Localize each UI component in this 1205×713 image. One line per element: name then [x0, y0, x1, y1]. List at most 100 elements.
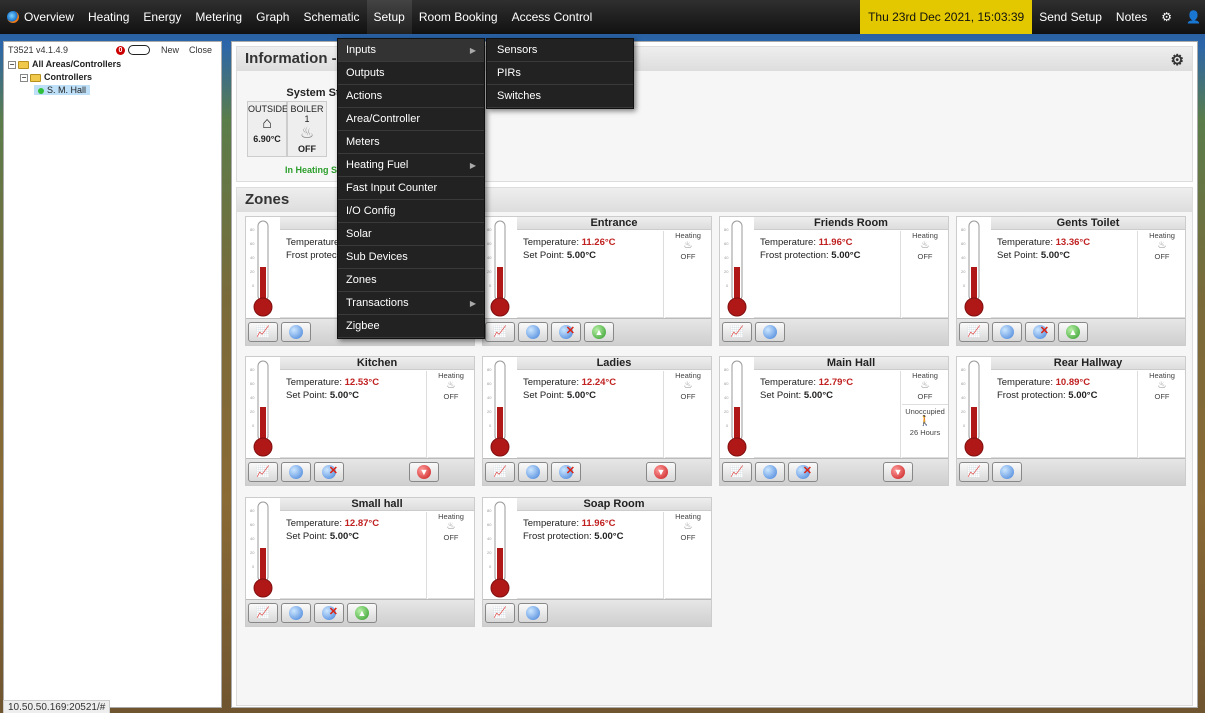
nav-access-control[interactable]: Access Control — [505, 0, 600, 34]
tree-item-all-areas[interactable]: − All Areas/Controllers — [4, 58, 221, 71]
setup-menu-item[interactable]: Actions — [338, 85, 484, 108]
zone-name[interactable]: Kitchen — [280, 357, 474, 370]
setup-menu-item[interactable]: Heating Fuel ▶ — [338, 154, 484, 177]
gear-icon[interactable]: ⚙ — [1154, 0, 1179, 34]
inputs-submenu-item[interactable]: Sensors — [487, 39, 633, 62]
inputs-submenu-item[interactable]: PIRs — [487, 62, 633, 85]
nav-energy[interactable]: Energy — [136, 0, 188, 34]
heating-state: OFF — [1154, 252, 1170, 261]
svg-text:40: 40 — [961, 395, 966, 400]
tree-item-sm-hall[interactable]: S. M. Hall — [4, 84, 221, 97]
setup-menu-item[interactable]: Solar — [338, 223, 484, 246]
setup-menu-item[interactable]: Transactions ▶ — [338, 292, 484, 315]
inputs-submenu-item[interactable]: Switches — [487, 85, 633, 108]
zone-name[interactable]: Rear Hallway — [991, 357, 1185, 370]
zone-name[interactable]: Soap Room — [517, 498, 711, 511]
boost-up-button[interactable]: ▲ — [1058, 322, 1088, 342]
zone-settings-button[interactable] — [281, 603, 311, 623]
zone-temperature: 11.96°C — [818, 237, 853, 248]
override-cancel-button[interactable]: ✕ — [551, 462, 581, 482]
nav-room-booking[interactable]: Room Booking — [412, 0, 505, 34]
setup-menu-item[interactable]: Fast Input Counter — [338, 177, 484, 200]
chart-icon: 📈 — [493, 607, 507, 619]
boost-down-button[interactable]: ▼ — [646, 462, 676, 482]
setup-menu-item[interactable]: Outputs — [338, 62, 484, 85]
graph-button[interactable]: 📈 — [959, 322, 989, 342]
override-cancel-button[interactable]: ✕ — [314, 603, 344, 623]
zone-name[interactable]: Small hall — [280, 498, 474, 511]
graph-button[interactable]: 📈 — [485, 603, 515, 623]
outside-temperature: 6.90°C — [253, 134, 281, 144]
graph-button[interactable]: 📈 — [248, 603, 278, 623]
setup-menu-item[interactable]: Zigbee — [338, 315, 484, 338]
override-cancel-button[interactable]: ✕ — [1025, 322, 1055, 342]
zone-settings-button[interactable] — [281, 462, 311, 482]
setup-menu-item[interactable]: Area/Controller — [338, 108, 484, 131]
nav-metering[interactable]: Metering — [188, 0, 249, 34]
svg-text:0: 0 — [252, 564, 255, 569]
tree-item-selected[interactable]: S. M. Hall — [34, 85, 91, 95]
toggle-switch[interactable] — [127, 45, 150, 55]
setup-menu-item[interactable]: I/O Config — [338, 200, 484, 223]
setup-menu-item[interactable]: Inputs ▶ — [338, 39, 484, 62]
zone-name[interactable]: Main Hall — [754, 357, 948, 370]
setup-menu-item[interactable]: Sub Devices — [338, 246, 484, 269]
collapse-icon[interactable]: − — [8, 60, 16, 69]
svg-text:0: 0 — [489, 283, 492, 288]
zone-name[interactable]: Entrance — [517, 217, 711, 230]
zone-settings-button[interactable] — [755, 322, 785, 342]
nav-graph[interactable]: Graph — [249, 0, 296, 34]
zone-settings-button[interactable] — [281, 322, 311, 342]
send-setup-button[interactable]: Send Setup — [1032, 0, 1109, 34]
graph-button[interactable]: 📈 — [248, 462, 278, 482]
zone-settings-button[interactable] — [518, 322, 548, 342]
gear-icon[interactable]: ⚙ — [1171, 49, 1184, 73]
graph-button[interactable]: 📈 — [485, 322, 515, 342]
graph-button[interactable]: 📈 — [722, 322, 752, 342]
collapse-icon[interactable]: − — [20, 73, 28, 82]
thermometer-icon: 80 60 40 20 0 — [487, 220, 510, 317]
temperature-label: Temperature: — [286, 518, 345, 529]
boost-up-button[interactable]: ▲ — [347, 603, 377, 623]
override-cancel-button[interactable]: ✕ — [551, 322, 581, 342]
zone-settings-button[interactable] — [992, 322, 1022, 342]
svg-text:60: 60 — [487, 241, 492, 246]
close-button[interactable]: Close — [184, 45, 217, 55]
zone-name[interactable]: Gents Toilet — [991, 217, 1185, 230]
svg-text:60: 60 — [487, 381, 492, 386]
graph-button[interactable]: 📈 — [722, 462, 752, 482]
chart-icon: 📈 — [256, 326, 270, 338]
nav-setup[interactable]: Setup — [366, 0, 412, 34]
boost-down-button[interactable]: ▼ — [409, 462, 439, 482]
zone-settings-button[interactable] — [992, 462, 1022, 482]
zone-settings-button[interactable] — [518, 603, 548, 623]
heating-label: Heating — [912, 371, 938, 380]
graph-button[interactable]: 📈 — [485, 462, 515, 482]
graph-button[interactable]: 📈 — [959, 462, 989, 482]
svg-text:0: 0 — [252, 283, 255, 288]
chevron-right-icon: ▶ — [469, 46, 476, 55]
zone-settings-button[interactable] — [518, 462, 548, 482]
app-logo-icon — [7, 11, 19, 23]
tree-item-controllers[interactable]: − Controllers — [4, 71, 221, 84]
notes-button[interactable]: Notes — [1109, 0, 1154, 34]
alert-badge[interactable]: 0 — [115, 45, 125, 55]
zone-setpoint: 5.00°C — [1068, 390, 1098, 401]
graph-button[interactable]: 📈 — [248, 322, 278, 342]
svg-text:40: 40 — [250, 255, 255, 260]
nav-heating[interactable]: Heating — [81, 0, 136, 34]
occupancy-hours: 26 Hours — [909, 428, 941, 437]
override-cancel-button[interactable]: ✕ — [788, 462, 818, 482]
user-icon[interactable]: 👤 — [1179, 0, 1205, 34]
boost-up-button[interactable]: ▲ — [584, 322, 614, 342]
zone-name[interactable]: Ladies — [517, 357, 711, 370]
setup-menu-item[interactable]: Meters — [338, 131, 484, 154]
zone-name[interactable]: Friends Room — [754, 217, 948, 230]
setup-menu-item[interactable]: Zones — [338, 269, 484, 292]
nav-overview[interactable]: Overview — [0, 0, 81, 34]
zone-settings-button[interactable] — [755, 462, 785, 482]
nav-schematic[interactable]: Schematic — [296, 0, 366, 34]
new-button[interactable]: New — [156, 45, 184, 55]
override-cancel-button[interactable]: ✕ — [314, 462, 344, 482]
boost-down-button[interactable]: ▼ — [883, 462, 913, 482]
